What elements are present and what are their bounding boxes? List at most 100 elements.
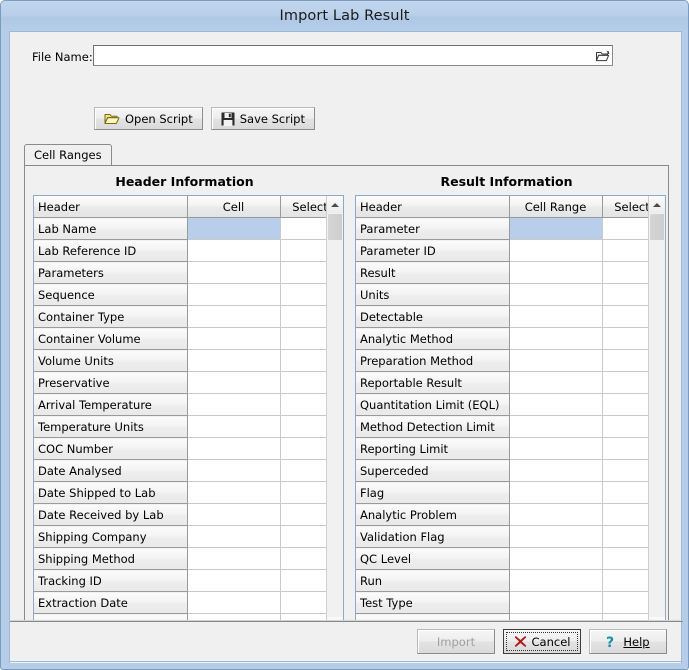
header-select-button[interactable] — [280, 306, 326, 328]
table-row[interactable]: Quantitation Limit (EQL) — [356, 394, 648, 416]
table-row[interactable]: Sequence — [34, 284, 326, 306]
result-select-button[interactable] — [602, 350, 648, 372]
result-cell-input[interactable] — [509, 328, 602, 350]
result-select-button[interactable] — [602, 284, 648, 306]
result-select-button[interactable] — [602, 262, 648, 284]
header-cell-input[interactable] — [187, 526, 280, 548]
table-row[interactable]: Analytic Problem — [356, 504, 648, 526]
table-row[interactable]: Parameters — [34, 262, 326, 284]
scrollbar-thumb[interactable] — [328, 214, 342, 240]
table-row[interactable]: Validation Flag — [356, 526, 648, 548]
table-row[interactable]: Reporting Limit — [356, 438, 648, 460]
header-cell-input[interactable] — [187, 592, 280, 614]
header-select-button[interactable] — [280, 460, 326, 482]
header-cell-input[interactable] — [187, 394, 280, 416]
result-select-button[interactable] — [602, 548, 648, 570]
table-row[interactable]: Preparation Method — [356, 350, 648, 372]
result-cell-input[interactable] — [509, 262, 602, 284]
column-header-select[interactable]: Select — [602, 196, 648, 218]
open-folder-icon[interactable] — [592, 46, 612, 65]
header-cell-input[interactable] — [187, 328, 280, 350]
result-select-button[interactable] — [602, 416, 648, 438]
header-select-button[interactable] — [280, 526, 326, 548]
header-select-button[interactable] — [280, 570, 326, 592]
table-row[interactable]: Temperature Units — [34, 416, 326, 438]
result-select-button[interactable] — [602, 240, 648, 262]
header-select-button[interactable] — [280, 394, 326, 416]
result-cell-input[interactable] — [509, 460, 602, 482]
help-button[interactable]: ? Help — [589, 629, 667, 654]
table-row[interactable]: Parameter — [356, 218, 648, 240]
result-cell-input[interactable] — [509, 306, 602, 328]
header-cell-input[interactable] — [187, 438, 280, 460]
table-row[interactable]: Container Volume — [34, 328, 326, 350]
table-row[interactable]: Analytic Method — [356, 328, 648, 350]
header-select-button[interactable] — [280, 218, 326, 240]
result-cell-input[interactable] — [509, 350, 602, 372]
header-cell-input[interactable] — [187, 416, 280, 438]
table-row[interactable]: Detectable — [356, 306, 648, 328]
result-cell-input[interactable] — [509, 438, 602, 460]
save-script-button[interactable]: Save Script — [211, 107, 315, 130]
result-select-button[interactable] — [602, 482, 648, 504]
table-row[interactable]: Lab Reference ID — [34, 240, 326, 262]
result-cell-input[interactable] — [509, 218, 602, 240]
result-select-button[interactable] — [602, 372, 648, 394]
table-row[interactable]: Tracking ID — [34, 570, 326, 592]
header-select-button[interactable] — [280, 548, 326, 570]
header-cell-input[interactable] — [187, 284, 280, 306]
table-row[interactable]: Flag — [356, 482, 648, 504]
header-select-button[interactable] — [280, 372, 326, 394]
table-row[interactable]: Shipping Company — [34, 526, 326, 548]
result-cell-input[interactable] — [509, 592, 602, 614]
result-cell-input[interactable] — [509, 372, 602, 394]
header-cell-input[interactable] — [187, 548, 280, 570]
column-header-cell-range[interactable]: Cell Range — [509, 196, 602, 218]
header-select-button[interactable] — [280, 328, 326, 350]
header-cell-input[interactable] — [187, 482, 280, 504]
result-cell-input[interactable] — [509, 482, 602, 504]
header-cell-input[interactable] — [187, 504, 280, 526]
result-select-button[interactable] — [602, 306, 648, 328]
header-cell-input[interactable] — [187, 372, 280, 394]
result-select-button[interactable] — [602, 592, 648, 614]
result-cell-input[interactable] — [509, 284, 602, 306]
header-select-button[interactable] — [280, 482, 326, 504]
table-row[interactable]: Container Type — [34, 306, 326, 328]
scrollbar-thumb[interactable] — [650, 214, 664, 240]
table-row[interactable]: Date Received by Lab — [34, 504, 326, 526]
result-cell-input[interactable] — [509, 548, 602, 570]
result-cell-input[interactable] — [509, 394, 602, 416]
table-row[interactable]: Test Type — [356, 592, 648, 614]
header-select-button[interactable] — [280, 262, 326, 284]
table-row[interactable]: QC Level — [356, 548, 648, 570]
table-row[interactable]: COC Number — [34, 438, 326, 460]
header-select-button[interactable] — [280, 438, 326, 460]
header-cell-input[interactable] — [187, 306, 280, 328]
result-select-button[interactable] — [602, 460, 648, 482]
table-row[interactable]: Lab Name — [34, 218, 326, 240]
header-cell-input[interactable] — [187, 240, 280, 262]
header-cell-input[interactable] — [187, 460, 280, 482]
table-row[interactable]: Units — [356, 284, 648, 306]
column-header-cell[interactable]: Cell — [187, 196, 280, 218]
result-cell-input[interactable] — [509, 570, 602, 592]
chevron-up-icon[interactable] — [649, 196, 665, 213]
header-select-button[interactable] — [280, 240, 326, 262]
header-select-button[interactable] — [280, 504, 326, 526]
table-row[interactable]: Reportable Result — [356, 372, 648, 394]
table-row[interactable]: Superceded — [356, 460, 648, 482]
header-cell-input[interactable] — [187, 262, 280, 284]
result-grid-scrollbar[interactable] — [648, 196, 665, 634]
header-grid-scrollbar[interactable] — [326, 196, 343, 634]
table-row[interactable]: Volume Units — [34, 350, 326, 372]
table-row[interactable]: Shipping Method — [34, 548, 326, 570]
table-row[interactable]: Extraction Date — [34, 592, 326, 614]
file-name-input[interactable] — [94, 47, 592, 64]
file-name-field[interactable] — [93, 45, 613, 66]
result-select-button[interactable] — [602, 438, 648, 460]
open-script-button[interactable]: Open Script — [94, 107, 203, 130]
result-select-button[interactable] — [602, 570, 648, 592]
header-select-button[interactable] — [280, 350, 326, 372]
table-row[interactable]: Date Analysed — [34, 460, 326, 482]
